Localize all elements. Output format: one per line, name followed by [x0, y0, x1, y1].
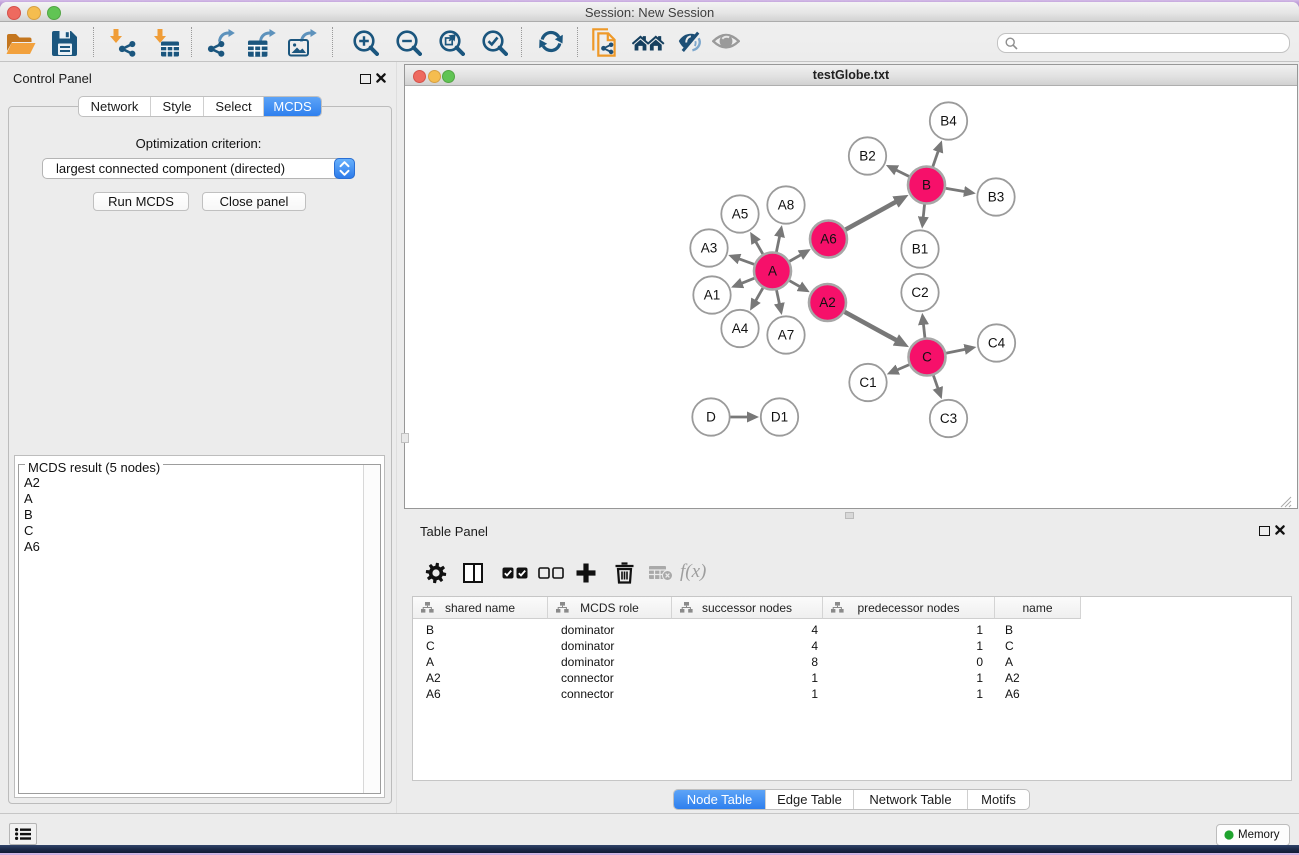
svg-text:A7: A7	[778, 328, 795, 343]
svg-text:A1: A1	[704, 288, 721, 303]
svg-text:A4: A4	[732, 321, 749, 336]
svg-text:C2: C2	[911, 285, 928, 300]
svg-text:D: D	[706, 410, 716, 425]
svg-text:A3: A3	[701, 241, 718, 256]
svg-text:A: A	[768, 264, 777, 279]
svg-text:C1: C1	[859, 375, 876, 390]
svg-text:C: C	[922, 350, 932, 365]
svg-text:C3: C3	[940, 411, 957, 426]
svg-text:B: B	[922, 178, 931, 193]
svg-text:B4: B4	[940, 114, 957, 129]
svg-text:A8: A8	[778, 198, 795, 213]
svg-text:A5: A5	[732, 207, 749, 222]
svg-text:B2: B2	[859, 149, 876, 164]
svg-text:D1: D1	[771, 410, 788, 425]
svg-text:C4: C4	[988, 336, 1006, 351]
svg-text:A6: A6	[820, 232, 837, 247]
svg-text:A2: A2	[819, 295, 836, 310]
svg-text:B1: B1	[912, 242, 929, 257]
svg-text:B3: B3	[988, 190, 1005, 205]
